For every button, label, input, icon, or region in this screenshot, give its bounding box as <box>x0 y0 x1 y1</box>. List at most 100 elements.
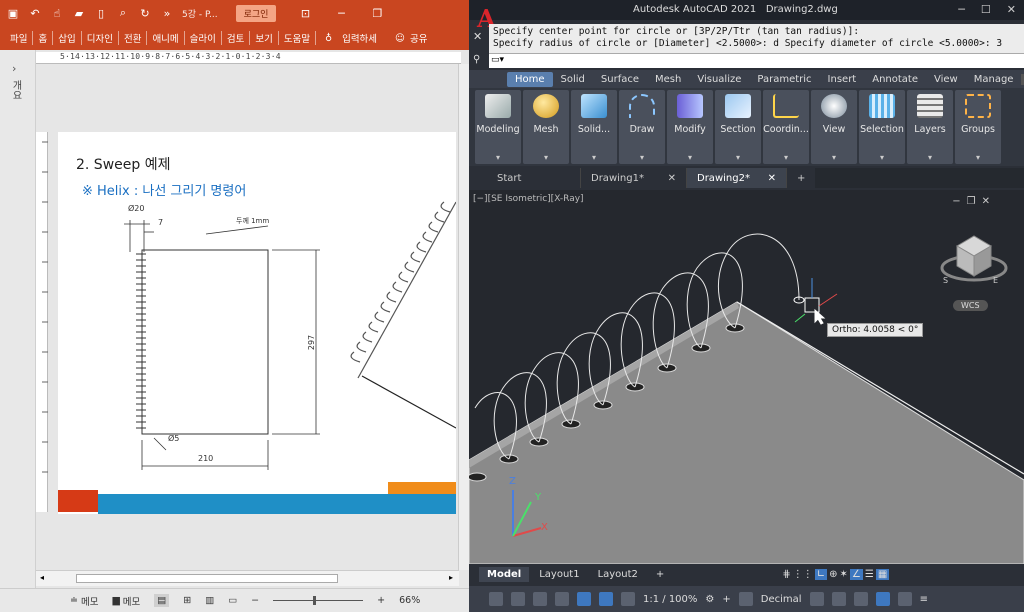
close-tab-icon[interactable]: ✕ <box>668 173 676 184</box>
chevron-down-icon[interactable]: ▾ <box>784 153 788 162</box>
autoscale-icon[interactable] <box>621 592 635 606</box>
polar-icon[interactable]: ⊕ <box>829 569 837 580</box>
tab-solid[interactable]: Solid <box>553 72 593 87</box>
save-icon[interactable]: ▣ <box>6 6 20 20</box>
panel-solid-editing[interactable]: Solid... ▾ <box>571 90 617 164</box>
panel-groups[interactable]: Groups ▾ <box>955 90 1001 164</box>
filter-icon[interactable] <box>555 592 569 606</box>
command-input[interactable]: ▭▾ <box>489 53 1024 68</box>
tab-insert[interactable]: Insert <box>820 72 865 87</box>
new-document-icon[interactable]: ▯ <box>94 6 108 20</box>
new-tab-button[interactable]: + <box>787 168 816 188</box>
3d-osnap-icon[interactable] <box>511 592 525 606</box>
chevron-down-icon[interactable]: ▾ <box>544 153 548 162</box>
tab-file[interactable]: 파일 <box>0 31 32 45</box>
tab-start[interactable]: Start <box>469 168 581 188</box>
more-commands-icon[interactable]: » <box>160 6 174 20</box>
slide[interactable]: 2. Sweep 예제 ※ Helix : 나선 그리기 명령어 Ø20 7 두… <box>58 132 456 514</box>
lineweight-icon[interactable]: ☰ <box>865 569 874 580</box>
thumbnail-pane-collapsed[interactable]: › 개요 <box>0 50 36 590</box>
zoom-out-button[interactable]: − <box>251 595 259 606</box>
transparency-icon[interactable]: ▦ <box>875 568 890 580</box>
clean-screen-icon[interactable] <box>897 592 912 606</box>
tab-review[interactable]: 검토 <box>222 31 249 45</box>
chevron-down-icon[interactable]: ▾ <box>688 153 692 162</box>
command-prompt-icon[interactable]: ▭▾ <box>491 55 504 65</box>
osnap-icon[interactable]: ✶ <box>839 569 847 580</box>
units-dropdown[interactable]: Decimal <box>761 594 802 605</box>
tell-me-input[interactable]: 입력하세 <box>337 31 382 45</box>
scroll-right-icon[interactable]: ▸ <box>449 573 453 582</box>
wcs-menu[interactable]: WCS <box>953 300 988 311</box>
snap-icon[interactable]: ⋮⋮ <box>793 569 813 580</box>
chevron-down-icon[interactable]: ▾ <box>976 153 980 162</box>
touch-mode-icon[interactable]: ☝ <box>50 6 64 20</box>
tab-home[interactable]: 홈 <box>33 31 52 45</box>
horizontal-scrollbar[interactable]: ◂ ▸ <box>36 570 459 586</box>
tab-layout2[interactable]: Layout2 <box>590 567 646 582</box>
add-layout-button[interactable]: + <box>648 567 672 582</box>
close-tab-icon[interactable]: ✕ <box>768 173 776 184</box>
annotation-visibility-icon[interactable] <box>599 592 613 606</box>
normal-view-icon[interactable]: ▤ <box>154 594 170 607</box>
share-icon[interactable]: ☺ <box>390 33 410 44</box>
tab-manage[interactable]: Manage <box>966 72 1022 87</box>
redo-icon[interactable]: ↻ <box>138 6 152 20</box>
lock-ui-icon[interactable] <box>831 592 846 606</box>
chevron-down-icon[interactable]: ▾ <box>832 153 836 162</box>
annotation-scale[interactable]: 1:1 / 100% <box>643 594 697 605</box>
panel-layers[interactable]: Layers ▾ <box>907 90 953 164</box>
tab-surface[interactable]: Surface <box>593 72 647 87</box>
panel-mesh[interactable]: Mesh ▾ <box>523 90 569 164</box>
chevron-down-icon[interactable]: ▾ <box>640 153 644 162</box>
tab-mesh[interactable]: Mesh <box>647 72 689 87</box>
tab-annotate[interactable]: Annotate <box>864 72 926 87</box>
tab-slideshow[interactable]: 슬라이 <box>185 31 221 45</box>
print-preview-icon[interactable]: ⌕ <box>116 6 130 20</box>
tab-drawing1[interactable]: Drawing1* ✕ <box>581 168 687 188</box>
tab-visualize[interactable]: Visualize <box>689 72 749 87</box>
expand-chevron-icon[interactable]: › <box>12 62 16 75</box>
zoom-level[interactable]: 66% <box>399 595 420 606</box>
open-folder-icon[interactable]: ▰ <box>72 6 86 20</box>
slide-sorter-icon[interactable]: ⊞ <box>183 595 191 606</box>
tab-layout1[interactable]: Layout1 <box>531 567 587 582</box>
otrack-icon[interactable]: ∠ <box>849 568 863 580</box>
workspace-gear-icon[interactable]: ⚙ <box>705 594 714 605</box>
quick-properties-icon[interactable] <box>809 592 824 606</box>
panel-modeling[interactable]: Modeling ▾ <box>475 90 521 164</box>
tab-drawing2[interactable]: Drawing2* ✕ <box>687 168 787 188</box>
maximize-icon[interactable]: ☐ <box>981 3 991 16</box>
panel-coordinates[interactable]: Coordin... ▾ <box>763 90 809 164</box>
panel-view[interactable]: View ▾ <box>811 90 857 164</box>
chevron-down-icon[interactable]: ▾ <box>736 153 740 162</box>
isolate-objects-icon[interactable] <box>853 592 868 606</box>
tab-help[interactable]: 도움말 <box>279 31 315 45</box>
tab-design[interactable]: 디자인 <box>82 31 118 45</box>
tab-animations[interactable]: 애니메 <box>147 31 183 45</box>
tab-view[interactable]: View <box>926 72 966 87</box>
minimize-icon[interactable]: ─ <box>958 3 965 16</box>
chevron-down-icon[interactable]: ▾ <box>496 153 500 162</box>
scroll-left-icon[interactable]: ◂ <box>40 573 44 582</box>
tab-insert[interactable]: 삽입 <box>53 31 80 45</box>
ribbon-display-icon[interactable]: ⊡ <box>298 6 312 20</box>
chevron-down-icon[interactable]: ▾ <box>592 153 596 162</box>
scroll-thumb[interactable] <box>76 574 338 583</box>
tab-model[interactable]: Model <box>479 566 530 582</box>
tab-home[interactable]: Home <box>507 71 553 87</box>
notes-button[interactable]: ≐ 메모 <box>70 594 98 608</box>
minimize-icon[interactable]: ─ <box>334 6 348 20</box>
chevron-down-icon[interactable]: ▾ <box>880 153 884 162</box>
restore-icon[interactable]: ❐ <box>370 6 384 20</box>
tab-transitions[interactable]: 전환 <box>119 31 146 45</box>
panel-selection[interactable]: Selection ▾ <box>859 90 905 164</box>
drawing-viewport[interactable]: [−][SE Isometric][X-Ray] −❐✕ S E Z Y X O… <box>469 190 1024 564</box>
hardware-acceleration-icon[interactable] <box>875 592 890 606</box>
panel-section[interactable]: Section ▾ <box>715 90 761 164</box>
share-button[interactable]: 공유 <box>410 31 432 45</box>
selection-cycling-icon[interactable] <box>489 592 503 606</box>
vertical-scrollbar[interactable] <box>458 64 469 570</box>
tab-parametric[interactable]: Parametric <box>749 72 819 87</box>
tab-view[interactable]: 보기 <box>250 31 277 45</box>
